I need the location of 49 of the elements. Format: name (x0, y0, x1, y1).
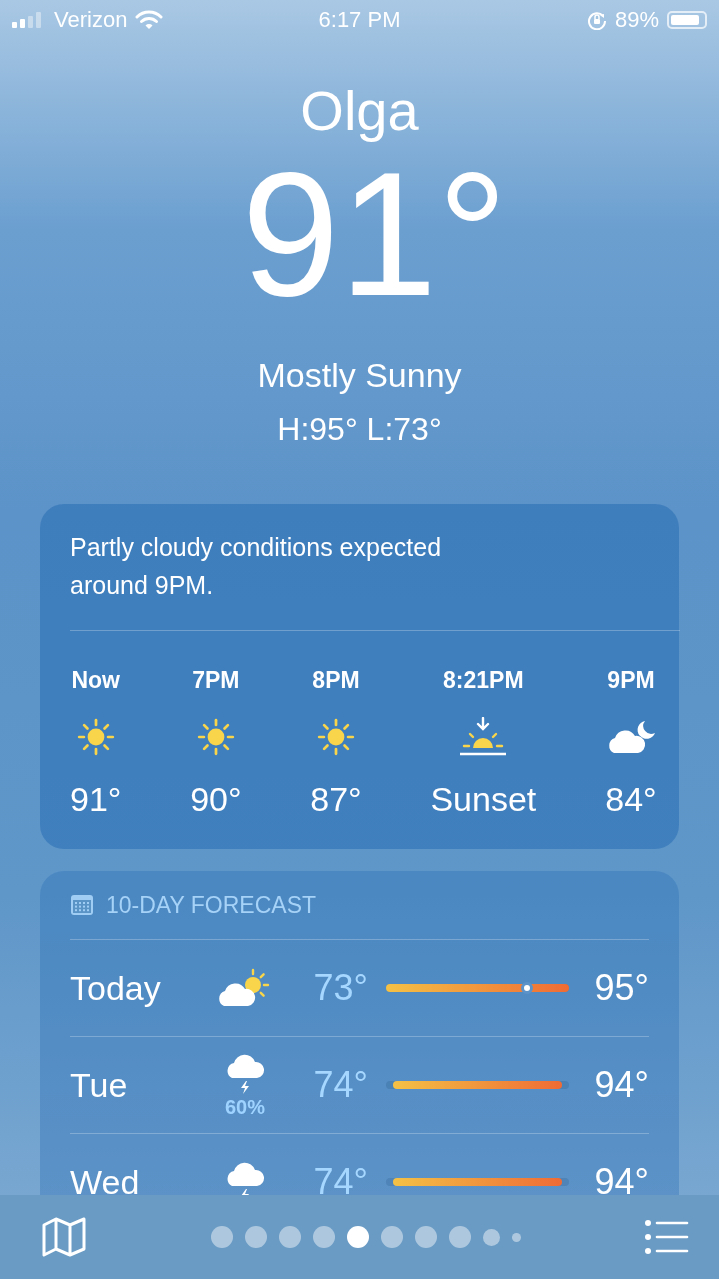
list-button[interactable] (645, 1220, 689, 1254)
section-title: 10-DAY FORECAST (106, 891, 317, 919)
list-icon (645, 1220, 689, 1254)
day-label: Today (70, 968, 162, 1008)
low-temperature: 74° (312, 1161, 368, 1195)
battery-percent: 89% (614, 7, 659, 33)
hour-label: 8:21PM (443, 666, 524, 695)
page-dot[interactable] (380, 1226, 403, 1248)
hour-temperature: 87° (310, 779, 362, 819)
low-temperature: 73° (312, 967, 368, 1009)
current-temperature: 91° (241, 144, 508, 324)
high-temperature: 94° (593, 1161, 649, 1195)
page-dot[interactable] (448, 1226, 471, 1248)
wifi-icon (135, 10, 164, 30)
hour-temperature: 90° (190, 779, 242, 819)
calendar-icon (70, 894, 94, 916)
hour-temperature: 91° (70, 779, 122, 819)
hour-label: Now (71, 666, 120, 695)
day-label: Tue (70, 1065, 129, 1105)
page-dot[interactable] (312, 1226, 335, 1248)
page-dot[interactable] (278, 1226, 301, 1248)
page-dot[interactable] (244, 1226, 267, 1248)
page-dot[interactable] (482, 1228, 500, 1246)
hour-label: 9PM (607, 666, 655, 695)
city-name: Olga (300, 78, 419, 144)
page-dot[interactable] (414, 1226, 437, 1248)
battery-icon (667, 11, 707, 29)
high-temperature: 95° (593, 967, 649, 1009)
page-dot[interactable] (511, 1232, 521, 1242)
page-dot[interactable] (210, 1226, 233, 1248)
hour-temperature: Sunset (430, 779, 537, 819)
status-time: 6:17 PM (318, 7, 401, 33)
low-temperature: 74° (312, 1064, 368, 1106)
map-button[interactable] (42, 1217, 86, 1257)
high-low-text: H:95° L:73° (277, 410, 442, 449)
sun-icon (315, 716, 357, 758)
day-label: Wed (70, 1162, 141, 1195)
carrier-name: Verizon (54, 7, 128, 33)
page-dot[interactable] (346, 1226, 369, 1248)
rotation-lock-icon (586, 10, 607, 30)
hour-temperature: 84° (605, 779, 657, 819)
precipitation-chance: 60% (225, 1095, 265, 1119)
hour-label: 7PM (192, 666, 240, 695)
sunset-icon (458, 717, 509, 757)
high-temperature: 94° (593, 1064, 649, 1106)
map-icon (42, 1217, 86, 1257)
forecast-summary: Partly cloudy conditions expected around 9PM. (70, 528, 680, 631)
condition-text: Mostly Sunny (257, 355, 462, 396)
hour-label: 8PM (312, 666, 360, 695)
